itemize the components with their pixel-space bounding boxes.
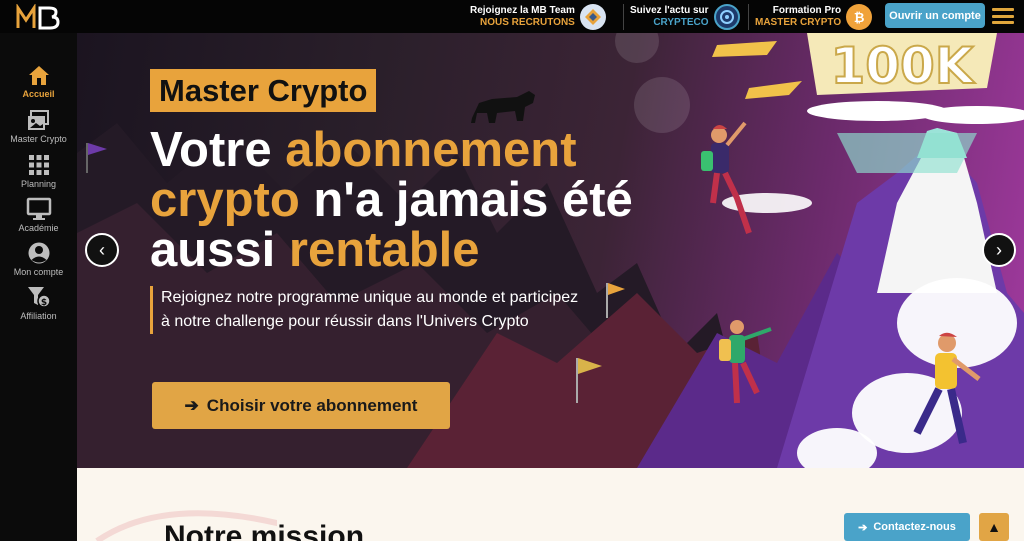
crypteco-icon xyxy=(713,4,740,30)
top-bar: Rejoignez la MB Team NOUS RECRUTONS Suiv… xyxy=(0,0,1024,33)
menu-icon[interactable] xyxy=(992,8,1014,24)
open-account-button[interactable]: Ouvrir un compte xyxy=(885,3,985,28)
carousel-next-button[interactable]: › xyxy=(982,233,1016,267)
affiliation-icon: $ xyxy=(27,287,51,308)
headline-highlight: crypto xyxy=(150,173,300,227)
sidebar-item-label: Planning xyxy=(20,179,57,189)
master-crypto-icon xyxy=(27,110,49,130)
arrow-right-icon: ➔ xyxy=(184,395,199,415)
sidebar-item-label: Master Crypto xyxy=(10,134,67,144)
promo-recruit-line2: NOUS RECRUTONS xyxy=(480,17,575,28)
choose-subscription-button[interactable]: ➔ Choisir votre abonnement xyxy=(152,382,450,429)
sidebar-item-label: Mon compte xyxy=(13,267,64,277)
promo-crypteco[interactable]: Suivez l'actu sur CRYPTECO xyxy=(630,4,740,30)
sidebar-item-accueil[interactable]: Accueil xyxy=(0,63,77,107)
arrow-right-icon: ➔ xyxy=(858,521,868,534)
promo-recruit-line1: Rejoignez la MB Team xyxy=(470,5,575,16)
headline-part: Votre xyxy=(150,123,286,177)
divider xyxy=(623,4,624,30)
banner-100k-text: 100K xyxy=(830,37,975,95)
user-icon xyxy=(28,242,49,264)
monitor-icon xyxy=(26,197,51,220)
sidebar-item-label: Affiliation xyxy=(20,311,57,321)
promo-formation[interactable]: Formation Pro MASTER CRYPTO ₿ xyxy=(755,4,873,30)
sidebar-item-affiliation[interactable]: $ Affiliation xyxy=(0,285,77,329)
mb-logo[interactable] xyxy=(16,4,64,30)
chevron-up-icon: ▲ xyxy=(987,519,1001,535)
mission-section: Notre mission ➔ Contactez-nous ▲ xyxy=(77,468,1024,541)
chevron-left-icon: ‹ xyxy=(99,239,105,260)
svg-text:$: $ xyxy=(40,298,46,308)
headline-part: n'a jamais été xyxy=(299,173,633,227)
promo-crypteco-line1: Suivez l'actu sur xyxy=(630,5,709,16)
hero-tagline: Master Crypto xyxy=(150,69,377,112)
hero-headline: Votre abonnement crypto n'a jamais été a… xyxy=(150,125,750,275)
scroll-to-top-button[interactable]: ▲ xyxy=(979,513,1009,541)
home-icon xyxy=(28,66,49,85)
promo-formation-line1: Formation Pro xyxy=(772,5,842,16)
contact-label: Contactez-nous xyxy=(873,521,956,533)
sidebar-item-label: Académie xyxy=(18,223,59,233)
carousel-prev-button[interactable]: ‹ xyxy=(85,233,119,267)
headline-highlight: abonnement xyxy=(285,123,577,177)
grid-icon xyxy=(28,155,49,175)
promo-formation-line2: MASTER CRYPTO xyxy=(755,17,842,28)
banner-100k: 100K xyxy=(807,33,997,96)
bitcoin-icon: ₿ xyxy=(846,4,873,30)
headline-part: aussi xyxy=(150,223,289,277)
promo-crypteco-line2: CRYPTECO xyxy=(653,17,709,28)
hero-lead-text: Rejoignez notre programme unique au mond… xyxy=(150,286,580,334)
headline-highlight: rentable xyxy=(288,223,480,277)
hero-banner: 100K Master Crypto Votre abonnement cryp… xyxy=(77,33,1024,468)
cta-label: Choisir votre abonnement xyxy=(206,395,418,415)
mission-title: Notre mission xyxy=(164,520,365,541)
sidebar-item-academie[interactable]: Académie xyxy=(0,197,77,241)
sidebar-item-label: Accueil xyxy=(22,89,55,99)
team-icon xyxy=(579,4,606,30)
sidebar: Accueil Master Crypto Planning Académie … xyxy=(0,33,77,541)
sidebar-item-planning[interactable]: Planning xyxy=(0,153,77,197)
contact-button[interactable]: ➔ Contactez-nous xyxy=(844,513,970,541)
promo-recruit[interactable]: Rejoignez la MB Team NOUS RECRUTONS xyxy=(470,4,606,30)
sidebar-item-master-crypto[interactable]: Master Crypto xyxy=(0,108,77,152)
divider xyxy=(748,4,749,30)
chevron-right-icon: › xyxy=(996,239,1002,260)
sidebar-item-mon-compte[interactable]: Mon compte xyxy=(0,241,77,285)
